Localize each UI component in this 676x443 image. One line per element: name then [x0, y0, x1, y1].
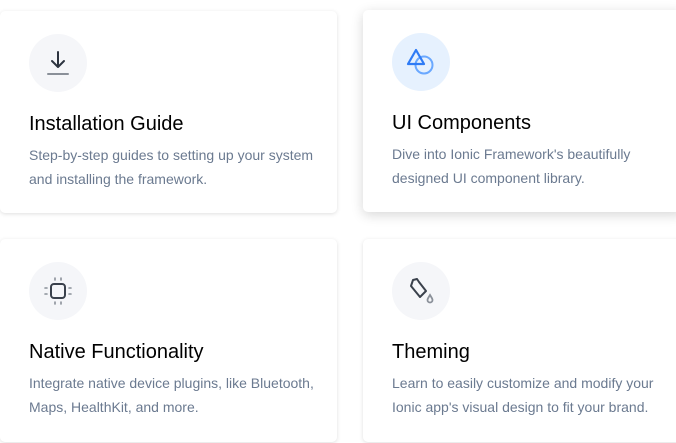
paint-bucket-icon [392, 262, 450, 320]
card-ui-components[interactable]: UI Components Dive into Ionic Framework'… [363, 10, 676, 212]
card-description: Step-by-step guides to setting up your s… [29, 147, 314, 187]
card-description: Learn to easily customize and modify you… [392, 375, 654, 415]
card-title: Installation Guide [29, 113, 184, 135]
card-title: UI Components [392, 112, 531, 134]
shapes-icon [392, 33, 450, 91]
download-icon [29, 34, 87, 92]
card-native-functionality[interactable]: Native Functionality Integrate native de… [0, 239, 337, 442]
chip-icon [29, 262, 87, 320]
card-installation-guide[interactable]: Installation Guide Step-by-step guides t… [0, 11, 337, 213]
card-title: Theming [392, 341, 470, 363]
card-theming[interactable]: Theming Learn to easily customize and mo… [363, 239, 676, 442]
card-description: Dive into Ionic Framework's beautifully … [392, 146, 631, 186]
card-description: Integrate native device plugins, like Bl… [29, 375, 314, 415]
card-title: Native Functionality [29, 341, 204, 363]
